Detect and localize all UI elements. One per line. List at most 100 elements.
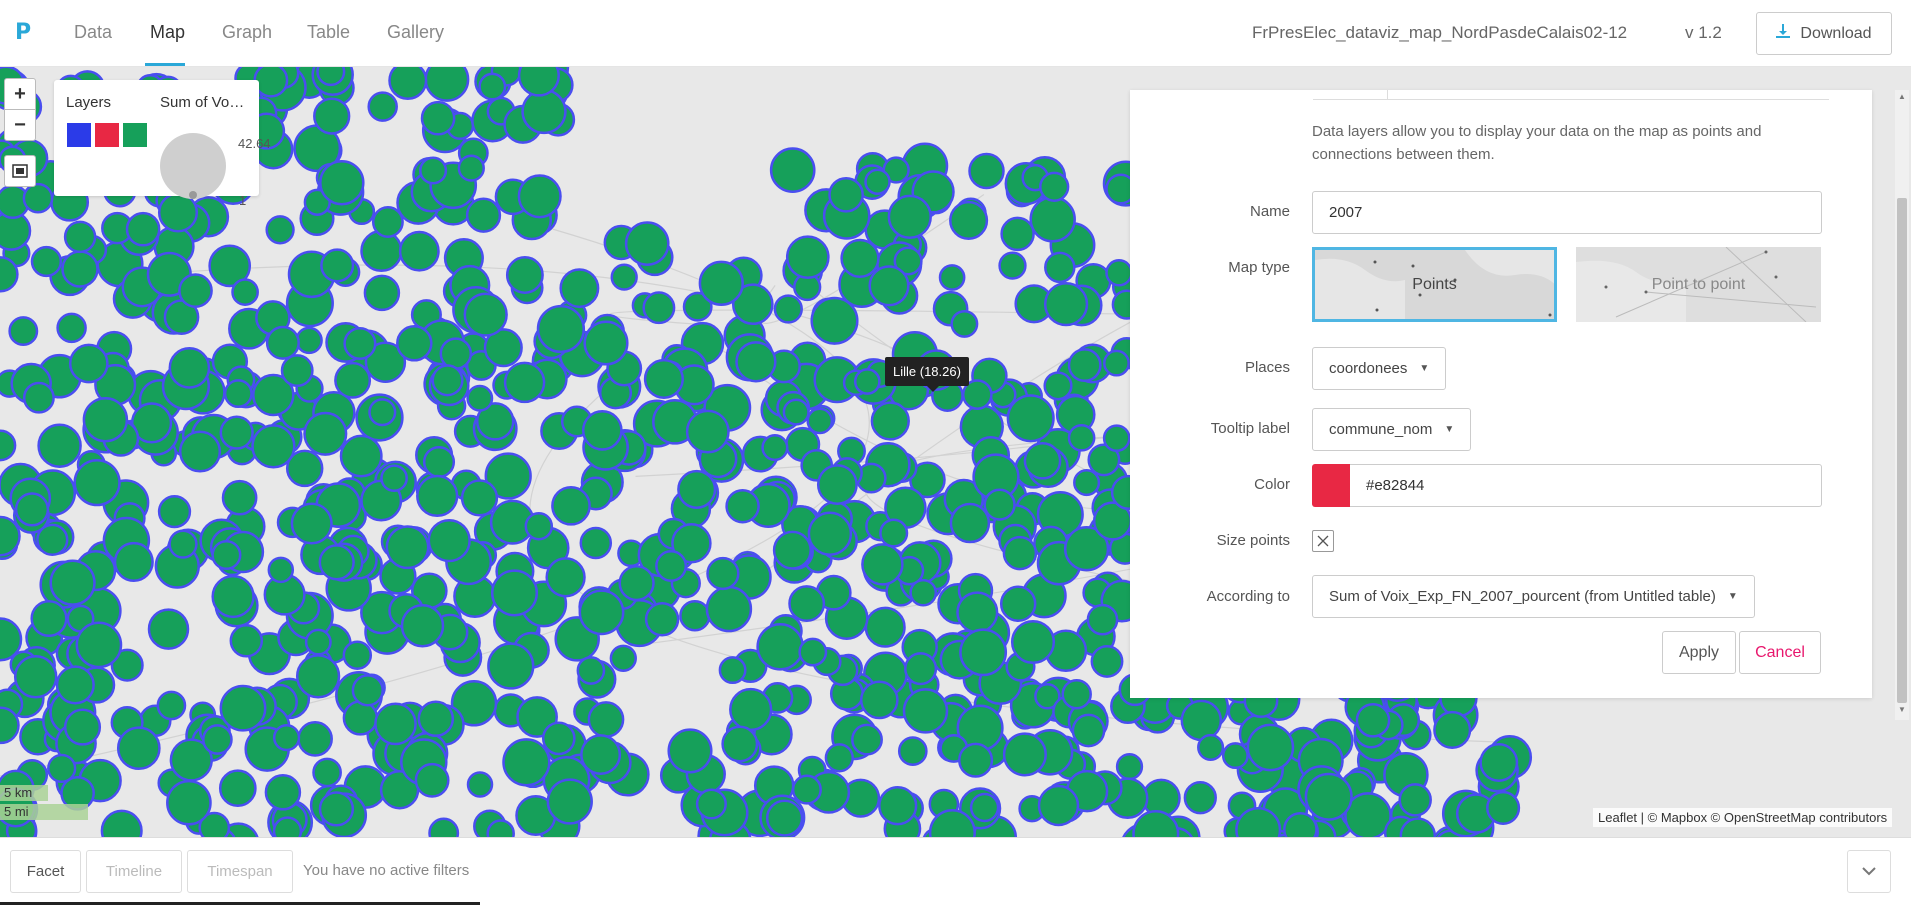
map-point-marker	[1090, 644, 1124, 678]
timeline-button[interactable]: Timeline	[86, 850, 182, 893]
map-attribution[interactable]: Leaflet | © Mapbox © OpenStreetMap contr…	[1593, 808, 1893, 827]
map-point-marker	[63, 708, 102, 746]
map-point-marker	[49, 559, 96, 606]
map-point-marker	[1479, 743, 1519, 782]
map-point-marker	[487, 642, 535, 690]
map-point-marker	[68, 343, 109, 384]
map-legend: Layers Sum of Vo… 42.64 1	[54, 80, 271, 208]
map-point-marker	[116, 726, 161, 771]
map-point-marker	[1002, 732, 1047, 777]
map-point-marker	[824, 743, 854, 773]
map-point-marker	[56, 312, 87, 344]
zoom-out-button[interactable]: −	[4, 109, 36, 141]
facet-button[interactable]: Facet	[10, 850, 81, 893]
map-point-marker	[360, 229, 403, 273]
caret-down-icon: ▼	[1419, 363, 1430, 374]
map-point-marker	[178, 273, 213, 308]
map-point-marker	[853, 368, 881, 395]
map-point-marker	[878, 786, 918, 826]
map-point-marker	[655, 550, 688, 582]
map-point-marker	[368, 398, 397, 427]
zoom-in-button[interactable]: +	[4, 78, 36, 110]
app-logo[interactable]: P	[15, 20, 31, 45]
map-point-marker	[419, 156, 448, 185]
map-point-marker	[8, 316, 39, 347]
caret-down-icon: ▼	[1444, 424, 1455, 435]
places-select-value: coordonees	[1329, 360, 1408, 377]
tab-gallery[interactable]: Gallery	[387, 22, 444, 43]
map-point-marker	[859, 680, 899, 720]
scroll-up-arrow-icon[interactable]: ▲	[1898, 92, 1906, 101]
layer-name-input[interactable]	[1312, 191, 1822, 234]
places-select[interactable]: coordonees ▼	[1312, 347, 1447, 390]
map-point-marker	[55, 665, 95, 705]
map-point-marker	[168, 347, 211, 389]
map-point-marker	[798, 637, 828, 667]
map-point-marker	[427, 518, 471, 563]
tooltip-label-select[interactable]: commune_nom ▼	[1312, 408, 1472, 451]
map-point-marker	[156, 690, 187, 721]
map-point-marker	[22, 182, 54, 214]
map-point-marker	[265, 325, 300, 360]
legend-layer-swatch-green[interactable]	[123, 123, 147, 147]
caret-down-icon: ▼	[1727, 591, 1738, 602]
map-point-marker	[113, 541, 154, 582]
color-picker-swatch[interactable]	[1312, 464, 1350, 507]
collapse-footer-button[interactable]	[1847, 850, 1891, 893]
panel-scrollbar[interactable]: ▲ ▼	[1895, 90, 1909, 720]
map-point-marker	[502, 738, 551, 787]
map-point-marker	[211, 539, 242, 571]
scrollbar-thumb[interactable]	[1897, 198, 1907, 703]
map-point-marker	[272, 816, 303, 837]
map-point-marker	[37, 423, 82, 468]
map-point-marker	[1115, 752, 1144, 781]
apply-button[interactable]: Apply	[1662, 631, 1736, 674]
map-point-marker	[1043, 281, 1089, 327]
map-point-marker	[465, 197, 502, 233]
map-point-marker	[782, 398, 810, 426]
map-point-marker	[1037, 784, 1080, 827]
download-label: Download	[1800, 24, 1872, 42]
map-point-marker	[416, 474, 459, 518]
map-type-points-card[interactable]: Points	[1312, 247, 1557, 322]
legend-layer-swatch-blue[interactable]	[67, 123, 91, 147]
map-point-marker	[864, 168, 891, 195]
map-point-marker	[695, 788, 727, 820]
scroll-down-arrow-icon[interactable]: ▼	[1898, 705, 1906, 714]
tab-graph[interactable]: Graph	[222, 22, 272, 43]
map-point-marker	[318, 791, 355, 827]
map-point-marker	[280, 354, 314, 388]
map-point-marker	[400, 603, 445, 648]
map-point-marker	[618, 564, 655, 602]
map-point-marker	[30, 245, 63, 278]
version-label: v 1.2	[1685, 23, 1722, 42]
map-point-marker	[431, 364, 464, 397]
color-hex-input[interactable]	[1350, 464, 1822, 507]
map-point-marker	[828, 176, 864, 213]
download-button[interactable]: Download	[1756, 12, 1892, 55]
map-point-marker	[956, 591, 999, 634]
map-type-point-to-point-card[interactable]: Point to point	[1576, 247, 1821, 322]
name-label: Name	[1249, 203, 1290, 220]
legend-layer-swatch-red[interactable]	[95, 123, 119, 147]
map-point-marker	[367, 91, 398, 122]
map-point-marker	[1197, 733, 1225, 761]
map-point-marker	[902, 688, 949, 734]
map-point-marker	[806, 407, 834, 435]
map-point-marker	[342, 700, 379, 736]
fit-bounds-button[interactable]	[4, 155, 36, 187]
map-point-marker	[219, 415, 254, 450]
map-point-marker	[807, 511, 853, 556]
according-to-select[interactable]: Sum of Voix_Exp_FN_2007_pourcent (from U…	[1312, 575, 1755, 618]
cancel-button[interactable]: Cancel	[1739, 631, 1821, 674]
size-points-checkbox[interactable]	[1312, 530, 1334, 552]
map-point-marker	[319, 159, 365, 206]
tab-map[interactable]: Map	[150, 22, 185, 43]
map-point-marker	[295, 654, 341, 699]
timespan-button[interactable]: Timespan	[187, 850, 293, 893]
map-point-marker	[1180, 699, 1223, 742]
tab-table[interactable]: Table	[307, 22, 350, 43]
map-point-marker	[265, 215, 295, 245]
tab-data[interactable]: Data	[74, 22, 112, 43]
map-point-marker	[1073, 469, 1101, 497]
